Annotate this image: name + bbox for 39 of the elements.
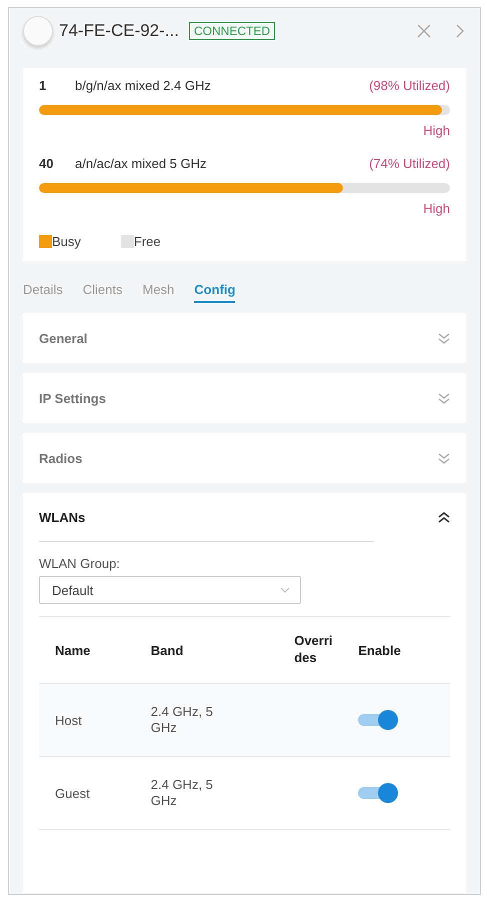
device-name: 74-FE-CE-92-... <box>59 21 179 41</box>
utilization-text: (98% Utilized) <box>369 78 450 93</box>
column-header: Name <box>39 616 135 684</box>
tab[interactable]: Details <box>23 281 63 303</box>
utilization-text: (74% Utilized) <box>369 156 450 171</box>
field-label: WLAN Group: <box>39 556 121 571</box>
section-header[interactable]: General <box>23 313 466 363</box>
wlan-group-select[interactable]: Default <box>39 576 301 604</box>
section-header[interactable]: Radios <box>23 433 466 483</box>
legend-label: Free <box>134 234 161 249</box>
status-badge: CONNECTED <box>188 22 275 40</box>
section-title: Radios <box>39 450 82 466</box>
device-icon <box>23 16 53 46</box>
table-cell-text: 2.4 GHz, 5 GHz <box>150 777 214 809</box>
tab[interactable]: Mesh <box>142 281 174 303</box>
section-header[interactable]: IP Settings <box>23 373 466 423</box>
channel-number: 40 <box>39 156 54 171</box>
tab[interactable]: Clients <box>82 281 122 303</box>
radio-mode: a/n/ac/ax mixed 5 GHz <box>75 156 208 171</box>
collapse-icon[interactable] <box>438 512 450 522</box>
legend-label: Busy <box>52 234 81 249</box>
section-title: IP Settings <box>39 390 106 406</box>
section-title: General <box>39 330 88 346</box>
enable-toggle[interactable] <box>358 710 398 730</box>
channel-number: 1 <box>39 78 48 93</box>
table-cell: Host <box>39 684 135 756</box>
tab[interactable]: Config <box>194 281 236 303</box>
table-cell: Guest <box>39 756 135 830</box>
utilization-rating: High <box>422 123 450 138</box>
utilization-rating: High <box>422 201 450 216</box>
column-header: Band <box>134 616 278 684</box>
enable-toggle[interactable] <box>358 783 398 803</box>
radio-mode: b/g/n/ax mixed 2.4 GHz <box>75 78 212 93</box>
section-title[interactable]: WLANs <box>39 510 86 524</box>
column-header: Overrides <box>278 616 342 684</box>
column-header: Enable <box>342 616 450 684</box>
close-icon[interactable] <box>416 23 432 39</box>
caret-icon <box>280 587 290 593</box>
table-cell-text: 2.4 GHz, 5 GHz <box>150 704 214 736</box>
